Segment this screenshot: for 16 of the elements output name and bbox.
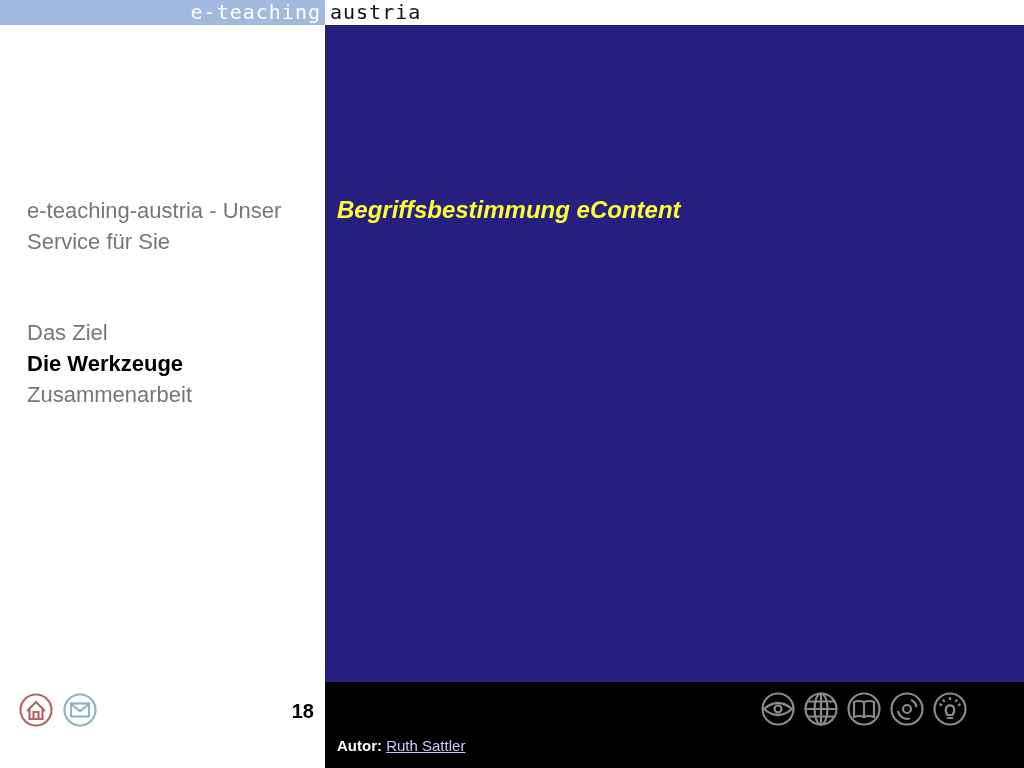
logo-text: e-teaching: [190, 0, 321, 25]
author-label: Autor:: [337, 737, 382, 754]
eye-icon[interactable]: [760, 691, 796, 727]
globe-icon[interactable]: [803, 691, 839, 727]
disc-icon[interactable]: [889, 691, 925, 727]
nav-link[interactable]: Die Werkzeuge: [27, 348, 184, 379]
nav-link[interactable]: Zusammenarbeit: [27, 379, 193, 410]
nav-link[interactable]: Das Ziel: [27, 317, 108, 348]
page-number: 18: [291, 700, 314, 723]
book-icon[interactable]: [846, 691, 882, 727]
sidebar-title: e-teaching-austria - Unser Service für Sie: [27, 197, 283, 256]
lightbulb-icon[interactable]: [932, 691, 968, 727]
logo-text: austria: [330, 0, 422, 25]
home-icon[interactable]: [18, 692, 54, 728]
slide-title: Begriffsbestimmung eContent: [337, 195, 681, 225]
author-link[interactable]: Ruth Sattler: [386, 737, 466, 754]
